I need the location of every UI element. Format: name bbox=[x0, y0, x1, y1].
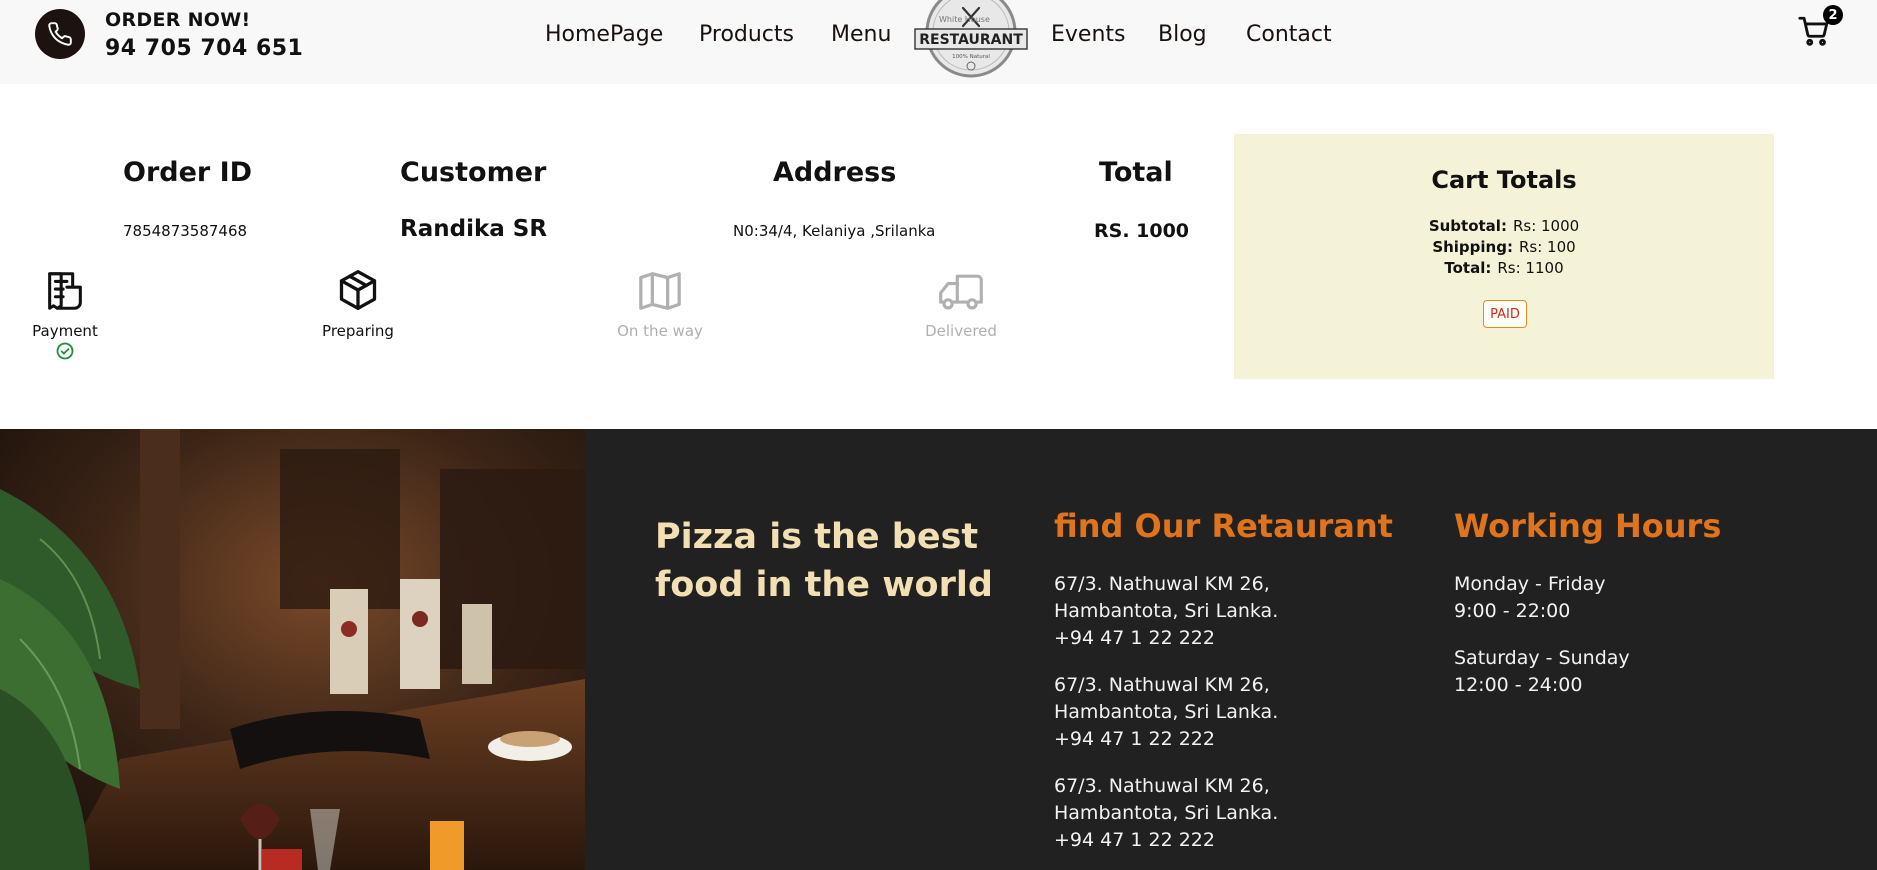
restaurant-photo bbox=[0, 429, 585, 870]
package-icon bbox=[339, 270, 377, 310]
step-preparing: Preparing bbox=[303, 268, 413, 340]
step-on-the-way: On the way bbox=[605, 268, 715, 340]
shipping-row: Shipping: Rs: 100 bbox=[1234, 238, 1774, 256]
order-now-label: ORDER NOW! bbox=[105, 9, 251, 31]
order-id-header: Order ID bbox=[123, 157, 253, 188]
total-value: RS. 1000 bbox=[1094, 220, 1190, 242]
order-phone-number[interactable]: 94 705 704 651 bbox=[105, 36, 303, 61]
customer-header: Customer bbox=[400, 157, 547, 188]
check-circle-icon bbox=[56, 342, 74, 360]
customer-value: Randika SR bbox=[400, 216, 548, 242]
find-restaurant-heading: find Our Retaurant bbox=[1054, 507, 1393, 545]
cart-totals-panel: Cart Totals Subtotal: Rs: 1000 Shipping: R… bbox=[1234, 134, 1774, 379]
navbar: ORDER NOW! 94 705 704 651 HomePage Produ… bbox=[0, 0, 1877, 84]
nav-products[interactable]: Products bbox=[699, 22, 794, 47]
nav-menu[interactable]: Menu bbox=[831, 22, 891, 47]
address-value: N0:34/4, Kelaniya ,Srilanka bbox=[733, 222, 936, 240]
total-row: Total: Rs: 1100 bbox=[1234, 259, 1774, 277]
location-item: 67/3. Nathuwal KM 26, Hambantota, Sri La… bbox=[1054, 573, 1279, 649]
step-preparing-label: Preparing bbox=[322, 322, 394, 340]
shipping-value: Rs: 100 bbox=[1518, 238, 1576, 256]
total-header: Total bbox=[1099, 157, 1173, 188]
address-header: Address bbox=[773, 157, 897, 188]
footer-tagline: Pizza is the best food in the world bbox=[655, 517, 993, 605]
nav-contact[interactable]: Contact bbox=[1246, 22, 1332, 47]
order-id-value: 7854873587468 bbox=[123, 222, 248, 240]
receipt-icon bbox=[48, 272, 82, 310]
step-on-the-way-label: On the way bbox=[617, 322, 703, 340]
restaurant-logo[interactable]: RESTAURANT White House 100% Natural bbox=[909, 0, 1033, 78]
nav-events[interactable]: Events bbox=[1051, 22, 1126, 47]
svg-text:100% Natural: 100% Natural bbox=[952, 54, 990, 60]
hours-item: Saturday - Sunday 12:00 - 24:00 bbox=[1454, 647, 1630, 696]
shipping-label: Shipping: bbox=[1432, 238, 1513, 256]
working-hours-heading: Working Hours bbox=[1454, 507, 1722, 545]
step-payment: Payment bbox=[10, 268, 120, 360]
subtotal-row: Subtotal: Rs: 1000 bbox=[1234, 217, 1774, 235]
grand-total-value: Rs: 1100 bbox=[1497, 259, 1564, 277]
truck-icon bbox=[939, 274, 983, 310]
phone-button[interactable] bbox=[35, 9, 85, 59]
phone-icon bbox=[48, 22, 72, 46]
map-icon bbox=[639, 272, 681, 310]
nav-homepage[interactable]: HomePage bbox=[545, 22, 663, 47]
location-item: 67/3. Nathuwal KM 26, Hambantota, Sri La… bbox=[1054, 674, 1279, 750]
footer: Pizza is the best food in the world find… bbox=[0, 429, 1877, 870]
step-delivered: Delivered bbox=[906, 268, 1016, 340]
svg-text:RESTAURANT: RESTAURANT bbox=[919, 32, 1023, 48]
step-payment-label: Payment bbox=[32, 322, 98, 340]
cart-totals-title: Cart Totals bbox=[1431, 166, 1577, 194]
cart-count-badge: 2 bbox=[1823, 5, 1843, 25]
subtotal-value: Rs: 1000 bbox=[1512, 217, 1580, 235]
step-delivered-label: Delivered bbox=[925, 322, 997, 340]
paid-status-badge: PAID bbox=[1483, 300, 1527, 328]
svg-text:White House: White House bbox=[939, 15, 990, 24]
hours-item: Monday - Friday 9:00 - 22:00 bbox=[1454, 573, 1606, 622]
grand-total-label: Total: bbox=[1444, 259, 1492, 277]
subtotal-label: Subtotal: bbox=[1428, 217, 1507, 235]
nav-blog[interactable]: Blog bbox=[1158, 22, 1207, 47]
location-item: 67/3. Nathuwal KM 26, Hambantota, Sri La… bbox=[1054, 775, 1279, 851]
